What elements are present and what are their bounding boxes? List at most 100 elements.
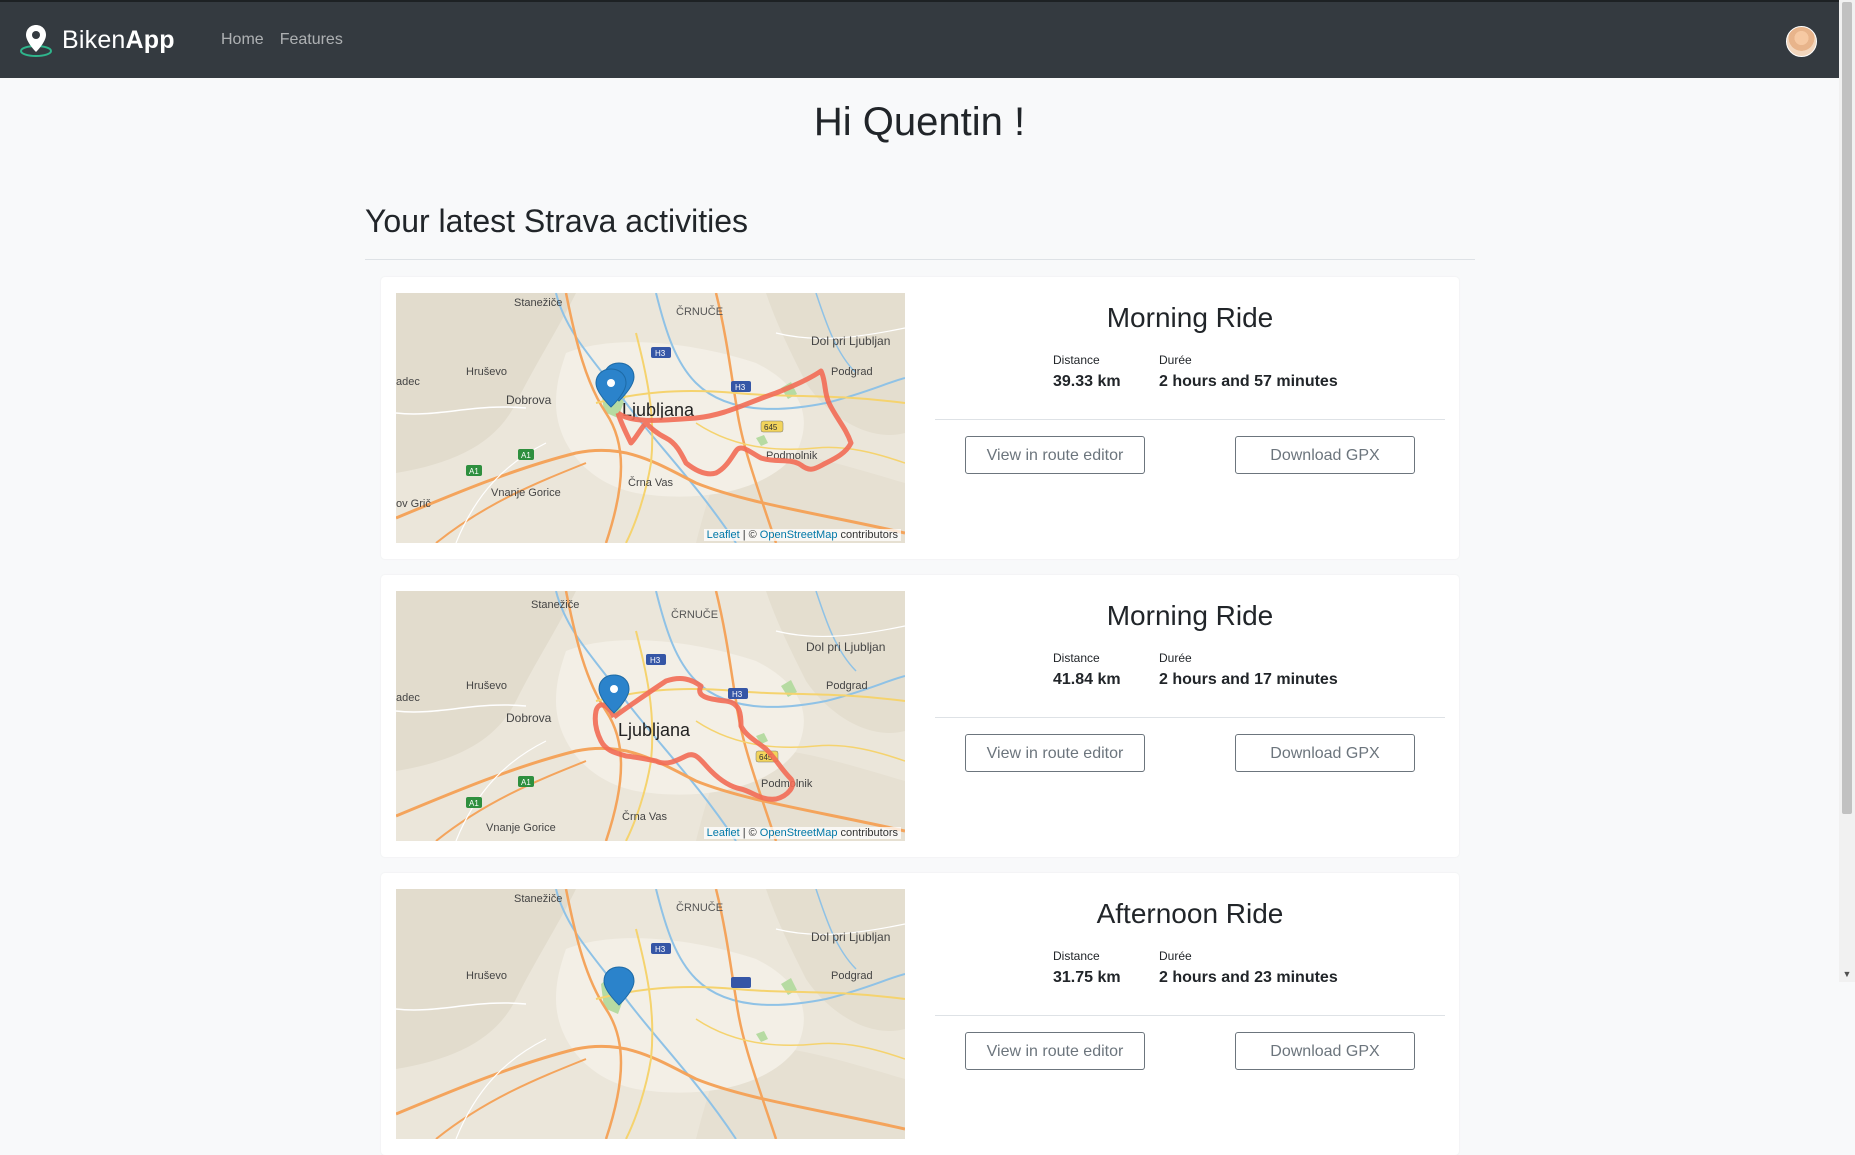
map-label: Podgrad	[826, 680, 868, 692]
map-label: Dobrova	[506, 393, 552, 407]
map-label: Podmolnik	[761, 778, 813, 790]
road-shield: A1	[521, 451, 531, 460]
distance-stat: Distance 41.84 km	[1053, 651, 1121, 689]
activity-card: Stanežiče ČRNUČE Dol pri Ljubljan Hrušev…	[381, 277, 1459, 559]
activity-card: Stanežiče ČRNUČE Dol pri Ljubljan Hrušev…	[381, 575, 1459, 857]
duration-label: Durée	[1159, 949, 1192, 963]
activity-card: Stanežiče ČRNUČE Dol pri Ljubljan Hrušev…	[381, 873, 1459, 1155]
leaflet-link[interactable]: Leaflet	[707, 827, 740, 839]
distance-stat: Distance 39.33 km	[1053, 353, 1121, 391]
duration-value: 2 hours and 17 minutes	[1159, 671, 1338, 688]
attribution-sep: | ©	[742, 827, 757, 839]
activity-title: Morning Ride	[1106, 600, 1274, 631]
section-divider	[365, 259, 1475, 260]
map-label: Črna Vas	[628, 476, 674, 489]
duration-value: 2 hours and 23 minutes	[1159, 969, 1338, 986]
brand-name: BikenApp	[62, 26, 175, 55]
nav-links: Home Features	[221, 31, 343, 49]
leaflet-link[interactable]: Leaflet	[707, 529, 740, 541]
map-label: Dol pri Ljubljan	[811, 930, 890, 944]
road-shield: A1	[469, 799, 479, 808]
distance-stat: Distance 31.75 km	[1053, 949, 1121, 987]
map-label: Hruševo	[466, 680, 507, 692]
duration-value: 2 hours and 57 minutes	[1159, 373, 1338, 390]
vertical-scrollbar[interactable]: ▼	[1839, 0, 1855, 982]
duration-stat: Durée 2 hours and 17 minutes	[1159, 651, 1338, 689]
map-label: Dobrova	[506, 711, 552, 725]
attribution-suffix: contributors	[840, 827, 898, 839]
road-shield: 645	[764, 423, 778, 432]
map-label: adec	[396, 692, 420, 704]
section-title: Your latest Strava activities	[365, 203, 748, 239]
map-label: Vnanje Gorice	[486, 822, 556, 834]
road-shield: A1	[469, 467, 479, 476]
download-gpx-button[interactable]: Download GPX	[1235, 734, 1415, 772]
map-label: Vnanje Gorice	[491, 487, 561, 499]
info-divider	[935, 419, 1445, 420]
nav-item-features[interactable]: Features	[280, 31, 343, 49]
map-label: Stanežiče	[514, 297, 562, 309]
distance-value: 39.33 km	[1053, 373, 1121, 390]
map-label: ČRNUČE	[676, 901, 723, 914]
map-tiles: Stanežiče ČRNUČE Dol pri Ljubljan Hrušev…	[396, 293, 905, 543]
distance-label: Distance	[1053, 651, 1100, 665]
activity-info: Morning Ride Distance 41.84 km Durée 2 h…	[935, 575, 1445, 857]
brand-name-bold: App	[125, 25, 175, 54]
map-label: Ljubljana	[618, 720, 691, 740]
distance-label: Distance	[1053, 949, 1100, 963]
distance-label: Distance	[1053, 353, 1100, 367]
duration-label: Durée	[1159, 651, 1192, 665]
duration-stat: Durée 2 hours and 57 minutes	[1159, 353, 1338, 391]
view-in-route-editor-button[interactable]: View in route editor	[965, 436, 1145, 474]
view-in-route-editor-button[interactable]: View in route editor	[965, 1032, 1145, 1070]
distance-value: 41.84 km	[1053, 671, 1121, 688]
brand-name-light: Biken	[62, 25, 126, 54]
map-label: Črna Vas	[622, 810, 668, 823]
map-attribution: Leaflet | © OpenStreetMap contributors	[703, 827, 901, 839]
map-label: ČRNUČE	[671, 608, 718, 621]
road-shield: H3	[655, 945, 666, 954]
map-tiles: Stanežiče ČRNUČE Dol pri Ljubljan Hrušev…	[396, 591, 905, 841]
activity-info: Morning Ride Distance 39.33 km Durée 2 h…	[935, 277, 1445, 559]
page-greeting: Hi Quentin !	[813, 100, 1026, 144]
activity-map[interactable]: Stanežiče ČRNUČE Dol pri Ljubljan Hrušev…	[396, 293, 905, 543]
distance-value: 31.75 km	[1053, 969, 1121, 986]
user-avatar[interactable]	[1786, 26, 1817, 57]
map-label: Podgrad	[831, 366, 873, 378]
road-shield: H3	[650, 656, 661, 665]
osm-link[interactable]: OpenStreetMap	[760, 529, 838, 541]
activity-title: Afternoon Ride	[1096, 898, 1284, 929]
map-label: Stanežiče	[514, 893, 562, 905]
attribution-suffix: contributors	[840, 529, 898, 541]
road-shield: H3	[732, 690, 743, 699]
duration-stat: Durée 2 hours and 23 minutes	[1159, 949, 1338, 987]
brand-logo[interactable]: BikenApp	[18, 22, 175, 58]
map-label: adec	[396, 376, 420, 388]
map-label: Podgrad	[831, 970, 873, 982]
map-attribution: Leaflet | © OpenStreetMap contributors	[703, 529, 901, 541]
map-label: Hruševo	[466, 366, 507, 378]
map-label: ČRNUČE	[676, 305, 723, 318]
osm-link[interactable]: OpenStreetMap	[760, 827, 838, 839]
road-shield: A1	[521, 778, 531, 787]
location-pin-icon	[20, 25, 52, 57]
view-in-route-editor-button[interactable]: View in route editor	[965, 734, 1145, 772]
top-navbar: BikenApp Home Features	[0, 0, 1839, 78]
map-label: Stanežiče	[531, 599, 579, 611]
download-gpx-button[interactable]: Download GPX	[1235, 1032, 1415, 1070]
activity-map[interactable]: Stanežiče ČRNUČE Dol pri Ljubljan Hrušev…	[396, 591, 905, 841]
duration-label: Durée	[1159, 353, 1192, 367]
info-divider	[935, 717, 1445, 718]
map-label: Dol pri Ljubljan	[806, 640, 885, 654]
download-gpx-button[interactable]: Download GPX	[1235, 436, 1415, 474]
info-divider	[935, 1015, 1445, 1016]
activity-title: Morning Ride	[1106, 302, 1274, 333]
map-label: Hruševo	[466, 970, 507, 982]
scrollbar-thumb[interactable]	[1842, 2, 1852, 814]
nav-item-home[interactable]: Home	[221, 31, 264, 49]
map-label: ov Grič	[396, 498, 431, 510]
scroll-down-arrow-icon[interactable]: ▼	[1839, 966, 1855, 982]
map-label: Dol pri Ljubljan	[811, 334, 890, 348]
activity-map[interactable]: Stanežiče ČRNUČE Dol pri Ljubljan Hrušev…	[396, 889, 905, 1139]
activity-info: Afternoon Ride Distance 31.75 km Durée 2…	[935, 873, 1445, 1155]
